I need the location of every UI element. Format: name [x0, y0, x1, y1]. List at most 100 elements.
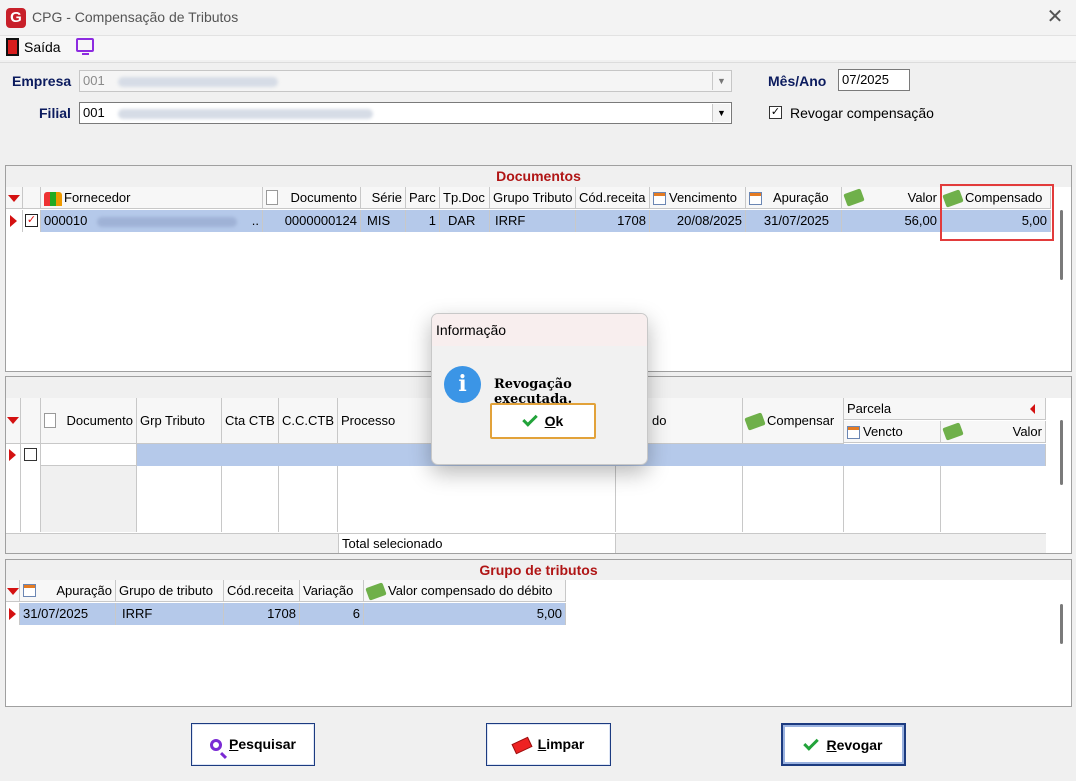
col-cc-ctb[interactable]: C.C.CTB	[279, 398, 338, 444]
col-tpdoc[interactable]: Tp.Doc	[440, 187, 490, 209]
col-valor[interactable]: Valor	[842, 187, 941, 209]
grupo-row[interactable]: 31/07/2025 IRRF 1708 6 5,00	[6, 603, 566, 625]
grupo-scrollbar[interactable]	[1060, 604, 1063, 644]
calendar-icon	[847, 426, 860, 440]
mes-ano-input[interactable]: 07/2025	[838, 69, 910, 91]
col-cta-ctb[interactable]: Cta CTB	[222, 398, 279, 444]
row-pointer-icon	[9, 608, 16, 620]
col-variacao[interactable]: Variação	[300, 580, 364, 602]
row-checkbox[interactable]: ✓	[25, 214, 38, 227]
cell-valor-compensado: 5,00	[364, 603, 566, 625]
calendar-icon	[749, 192, 762, 206]
col-apuracao-grp[interactable]: Apuração	[20, 580, 116, 602]
documentos-title: Documentos	[6, 166, 1071, 187]
revogar-label: Revogar compensação	[790, 105, 934, 121]
cell-apuracao-grp: 31/07/2025	[20, 603, 116, 625]
col-fornecedor-label: Fornecedor	[64, 190, 131, 205]
fornecedor-code: 000010	[44, 213, 88, 228]
col-cod-receita-grp[interactable]: Cód.receita	[224, 580, 300, 602]
blurred-company-name	[118, 76, 279, 87]
col-vencimento-label: Vencimento	[669, 190, 737, 205]
cell-fornecedor: 000010..	[41, 210, 263, 232]
grupo-title: Grupo de tributos	[6, 560, 1071, 580]
money-icon	[744, 412, 766, 431]
highlight-box	[940, 184, 1054, 241]
sort-down-icon	[8, 195, 20, 202]
col-vencimento[interactable]: Vencimento	[650, 187, 746, 209]
app-logo-icon: G	[6, 8, 26, 28]
chevron-down-icon[interactable]: ▼	[712, 104, 730, 122]
exit-menu-item[interactable]: Saída	[24, 39, 61, 55]
chevron-down-icon[interactable]: ▼	[712, 72, 730, 90]
exit-door-icon[interactable]	[6, 38, 19, 56]
revogar-button[interactable]: Revogar	[781, 723, 906, 766]
limpar-label: impar	[546, 736, 585, 752]
col-parcela-group: Parcela	[844, 398, 1046, 420]
money-icon	[365, 582, 387, 601]
col-grupo-de-tributo[interactable]: Grupo de tributo	[116, 580, 224, 602]
checkmark-icon	[803, 735, 820, 752]
empresa-value: 001	[83, 73, 105, 88]
row-pointer-icon	[9, 449, 16, 461]
middle-footer: Total selecionado	[6, 533, 1046, 553]
calendar-icon	[23, 584, 36, 597]
middle-scrollbar[interactable]	[1060, 420, 1063, 485]
info-icon: i	[444, 366, 481, 403]
document-icon	[266, 190, 278, 205]
col-serie[interactable]: Série	[361, 187, 406, 209]
col-documento[interactable]: Documento	[263, 187, 361, 209]
col-vencto[interactable]: Vencto	[844, 421, 941, 443]
pesquisar-button[interactable]: Pesquisar	[191, 723, 315, 766]
col-compensar[interactable]: Compensar	[743, 398, 844, 444]
col-fornecedor[interactable]: Fornecedor	[41, 187, 263, 209]
collapse-left-icon[interactable]	[1030, 404, 1035, 414]
document-icon	[44, 413, 56, 428]
empresa-select[interactable]: 001 ▼	[79, 70, 732, 92]
row-checkbox[interactable]	[24, 448, 37, 461]
cell-serie: MIS	[361, 210, 406, 232]
ok-button[interactable]: Ok	[490, 403, 596, 439]
menu-bar	[0, 36, 1076, 60]
row-indicator	[6, 210, 23, 232]
limpar-hotkey: L	[537, 736, 547, 752]
fornecedor-ellipsis: ..	[251, 213, 259, 228]
row-select-cell[interactable]	[21, 444, 41, 466]
pesquisar-hotkey: P	[229, 736, 239, 752]
col-apuracao-label: Apuração	[773, 190, 829, 205]
eraser-icon	[511, 736, 533, 755]
checkmark-icon	[521, 411, 538, 428]
col-grp-tributo[interactable]: Grp Tributo	[137, 398, 222, 444]
monitor-icon[interactable]	[76, 38, 94, 55]
col-parc[interactable]: Parc	[406, 187, 440, 209]
limpar-button[interactable]: Limpar	[486, 723, 611, 766]
mes-ano-label: Mês/Ano	[768, 73, 827, 89]
col-documento-mid[interactable]: Documento	[41, 398, 137, 444]
ok-hotkey: O	[544, 413, 556, 429]
cell-parc: 1	[406, 210, 440, 232]
col-documento-mid-label: Documento	[66, 413, 133, 428]
filial-select[interactable]: 001 ▼	[79, 102, 732, 124]
row-pointer-icon	[10, 215, 17, 227]
col-vencto-label: Vencto	[863, 424, 903, 439]
sort-indicator[interactable]	[6, 580, 20, 602]
cell-documento-mid	[41, 444, 137, 466]
blurred-branch-name	[118, 108, 374, 119]
col-grupo-tributo[interactable]: Grupo Tributo	[490, 187, 576, 209]
documentos-row[interactable]: ✓ 000010.. 0000000124 MIS 1 DAR IRRF 170…	[6, 210, 1051, 233]
sort-indicator[interactable]	[6, 187, 23, 209]
filial-value: 001	[83, 105, 105, 120]
col-valor-mid-label: Valor	[1012, 424, 1042, 439]
col-valor-mid[interactable]: Valor	[941, 421, 1046, 443]
revogar-checkbox[interactable]: ✓	[769, 106, 782, 119]
col-compensar-label: Compensar	[767, 413, 835, 428]
col-valor-compensado-label: Valor compensado do débito	[388, 583, 553, 598]
close-icon[interactable]: ✕	[1044, 6, 1066, 28]
row-select-cell[interactable]: ✓	[23, 210, 41, 232]
cell-cod-receita-grp: 1708	[224, 603, 300, 625]
col-apuracao[interactable]: Apuração	[746, 187, 842, 209]
sort-indicator[interactable]	[6, 398, 21, 444]
documentos-scrollbar[interactable]	[1060, 210, 1063, 280]
col-valor-compensado[interactable]: Valor compensado do débito	[364, 580, 566, 602]
col-valor-label: Valor	[907, 190, 937, 205]
col-cod-receita[interactable]: Cód.receita	[576, 187, 650, 209]
